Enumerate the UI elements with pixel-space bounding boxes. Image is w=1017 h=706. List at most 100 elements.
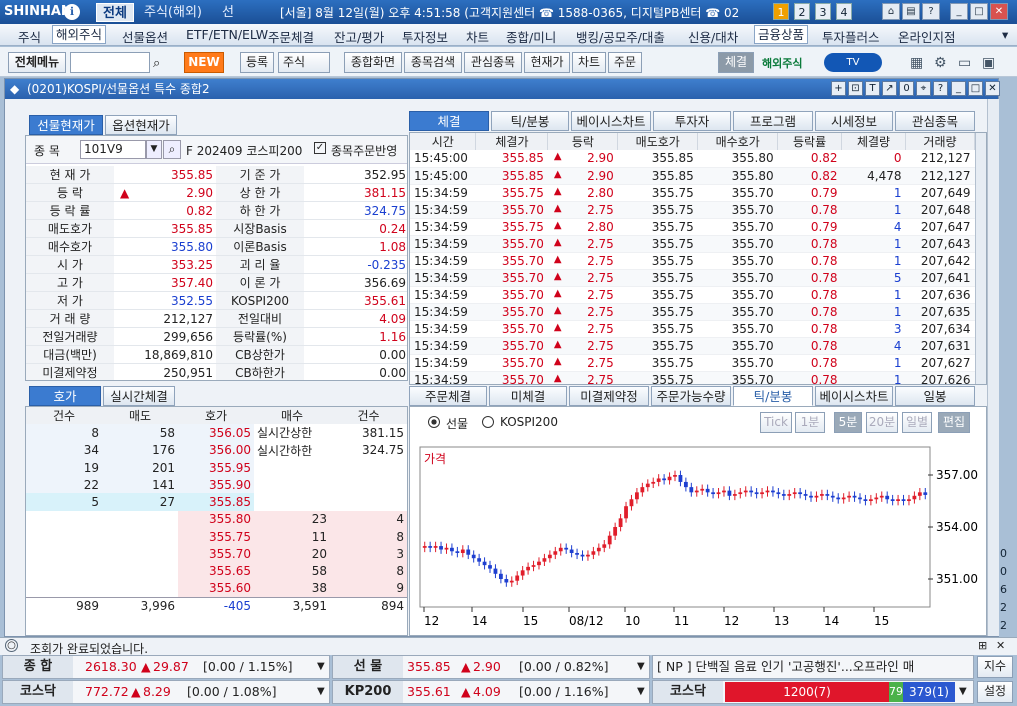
home-icon[interactable]: ⌂ <box>882 3 900 20</box>
code-dropdown-icon[interactable]: ▼ <box>146 140 162 159</box>
hoga-bid-row[interactable]: 355.70 20 3 <box>26 545 407 563</box>
win-max-icon[interactable]: □ <box>968 81 983 96</box>
tab-all[interactable]: 전체 <box>96 3 134 22</box>
table-row[interactable]: 15:34:59 355.70 ▲ 2.75 355.75 355.70 0.78 1 207,… <box>410 235 975 253</box>
status-close-icon[interactable]: ✕ <box>996 639 1005 652</box>
stock-select[interactable]: 주식 <box>278 52 330 73</box>
tab-hoga[interactable]: 호가 <box>29 386 101 406</box>
table-row[interactable]: 15:34:59 355.70 ▲ 2.75 355.75 355.70 0.78 3 207,… <box>410 320 975 338</box>
hoga-bid-row[interactable]: 355.60 38 9 <box>26 579 407 598</box>
menu-etf[interactable]: ETF/ETN/ELW <box>186 27 268 42</box>
help-icon[interactable]: ? <box>922 3 940 20</box>
win-min-icon[interactable]: _ <box>951 81 966 96</box>
print-icon[interactable]: ▤ <box>902 3 920 20</box>
tab-order-fill[interactable]: 주문체결 <box>409 386 487 406</box>
table-row[interactable]: 15:34:59 355.70 ▲ 2.75 355.75 355.70 0.78 1 207,… <box>410 286 975 304</box>
menu-invest-plus[interactable]: 투자플러스 <box>822 27 880 46</box>
hoga-bid-row[interactable]: 355.80 23 4 <box>26 510 407 529</box>
screen-4-button[interactable]: 4 <box>836 3 852 20</box>
tab-realtime-fill[interactable]: 실시간체결 <box>103 386 175 406</box>
table-row[interactable]: 15:45:00 355.85 ▲ 2.90 355.85 355.80 0.82 0 212,… <box>410 150 975 168</box>
tab-tick[interactable]: 틱/분봉 <box>491 111 569 131</box>
tab-investor[interactable]: 투자자 <box>653 111 731 131</box>
tab-overseas[interactable]: 주식(해외) <box>138 3 208 22</box>
gear-icon[interactable]: ⚙ <box>934 55 947 71</box>
layout-icon[interactable]: ▣ <box>982 55 995 71</box>
grid-icon[interactable]: ▦ <box>910 55 923 71</box>
settings-button[interactable]: 설정 <box>977 681 1013 703</box>
screen-2-button[interactable]: 2 <box>794 3 810 20</box>
menu-financial-products[interactable]: 금융상품 <box>754 25 809 44</box>
edit-button[interactable]: 편집 <box>938 412 970 433</box>
index-button[interactable]: 지수 <box>977 656 1013 678</box>
stock-search-button[interactable]: 종목검색 <box>404 52 462 73</box>
menu-credit[interactable]: 신용/대차 <box>688 27 738 46</box>
menu-scroll-icon[interactable]: ▾ <box>1002 27 1008 42</box>
table-row[interactable]: 15:45:00 355.85 ▲ 2.90 355.85 355.80 0.82 4,478… <box>410 167 975 185</box>
screen-number-input[interactable] <box>70 52 150 73</box>
help-small-icon[interactable]: ? <box>933 81 948 96</box>
table-row[interactable]: 15:34:59 355.75 ▲ 2.80 355.75 355.70 0.79 4 207,… <box>410 218 975 236</box>
menu-banking[interactable]: 뱅킹/공모주/대출 <box>576 27 665 46</box>
ticker-dropdown-icon[interactable]: ▼ <box>317 681 325 703</box>
kosdaq-breadth[interactable]: 코스닥 1200(7) 79 379(1) ▼ <box>652 680 974 704</box>
table-row[interactable]: 15:34:59 355.70 ▲ 2.75 355.75 355.70 0.78 1 207,… <box>410 354 975 372</box>
window-icon[interactable]: ▭ <box>958 55 971 71</box>
radio-futures[interactable] <box>428 416 440 428</box>
tab-futures-price[interactable]: 선물현재가 <box>29 115 103 135</box>
pin-icon[interactable]: ⌖ <box>916 81 931 96</box>
menu-order[interactable]: 주문체결 <box>268 27 314 46</box>
screen-3-button[interactable]: 3 <box>815 3 831 20</box>
ticker-futures[interactable]: 선 물 355.85 ▲ 2.90 [0.00 / 0.82%] ▼ <box>332 655 650 679</box>
search-icon[interactable]: ⌕ <box>153 56 160 71</box>
interest-stock-button[interactable]: 관심종목 <box>464 52 522 73</box>
tab-fills[interactable]: 체결 <box>409 111 489 131</box>
radio-kospi200[interactable] <box>482 416 494 428</box>
ticker-dropdown-icon[interactable]: ▼ <box>637 681 645 703</box>
tab-market-info[interactable]: 시세정보 <box>815 111 893 131</box>
menu-online-branch[interactable]: 온라인지점 <box>898 27 956 46</box>
all-menu-button[interactable]: 전체메뉴 <box>8 52 66 73</box>
ticker-dropdown-icon[interactable]: ▼ <box>317 656 325 678</box>
new-button[interactable]: NEW <box>184 52 224 73</box>
screen-1-button[interactable]: 1 <box>773 3 789 20</box>
period-20min-button[interactable]: 20분 <box>866 412 898 433</box>
menu-invest-info[interactable]: 투자정보 <box>402 27 448 46</box>
period-daily-button[interactable]: 일별 <box>902 412 932 433</box>
chart-button[interactable]: 차트 <box>572 52 606 73</box>
hoga-ask-row[interactable]: 22 141 355.90 <box>26 476 407 494</box>
win-close-icon[interactable]: ✕ <box>985 81 1000 96</box>
tab-basis-chart[interactable]: 베이시스차트 <box>571 111 651 131</box>
table-row[interactable]: 15:34:59 355.70 ▲ 2.75 355.75 355.70 0.78 1 207,… <box>410 371 975 384</box>
tv-button[interactable]: TV <box>824 53 882 72</box>
ticker-kosdaq[interactable]: 코스닥 772.72 ▲ 8.29 [0.00 / 1.08%] ▼ <box>2 680 330 704</box>
ticker-kospi[interactable]: 종 합 2618.30 ▲ 29.87 [0.00 / 1.15%] ▼ <box>2 655 330 679</box>
ticker-dropdown-icon[interactable]: ▼ <box>959 681 967 703</box>
menu-balance[interactable]: 잔고/평가 <box>334 27 384 46</box>
hoga-bid-row[interactable]: 355.75 11 8 <box>26 528 407 546</box>
maximize-icon[interactable]: □ <box>970 3 988 20</box>
tab-basis[interactable]: 베이시스차트 <box>815 386 893 406</box>
table-row[interactable]: 15:34:59 355.70 ▲ 2.75 355.75 355.70 0.78 4 207,… <box>410 337 975 355</box>
period-5min-button[interactable]: 5분 <box>834 412 862 433</box>
order-button[interactable]: 주문 <box>608 52 642 73</box>
hoga-bid-row[interactable]: 355.65 58 8 <box>26 562 407 580</box>
hoga-ask-row[interactable]: 19 201 355.95 <box>26 458 407 477</box>
tab-more[interactable]: 선 <box>216 3 240 22</box>
close-icon[interactable]: ✕ <box>990 3 1008 20</box>
trades-scrollbar[interactable] <box>975 133 986 384</box>
status-tool-icon[interactable]: ⊞ <box>978 639 987 652</box>
code-input[interactable]: 101V9 <box>80 140 146 159</box>
tab-options-price[interactable]: 옵션현재가 <box>105 115 177 135</box>
menu-stock[interactable]: 주식 <box>18 27 41 46</box>
window-scrollbar[interactable] <box>987 99 999 636</box>
menu-mini[interactable]: 종합/미니 <box>506 27 556 46</box>
table-row[interactable]: 15:34:59 355.70 ▲ 2.75 355.75 355.70 0.78 1 207,… <box>410 252 975 270</box>
zero-icon[interactable]: 0 <box>899 81 914 96</box>
fill-button[interactable]: 체결 <box>718 52 754 73</box>
text-icon[interactable]: T <box>865 81 880 96</box>
hoga-ask-row[interactable]: 34 176 356.00 실시간하한 324.75 <box>26 441 407 459</box>
tab-tick-minute[interactable]: 틱/분봉 <box>733 386 813 406</box>
current-price-button[interactable]: 현재가 <box>524 52 570 73</box>
tab-orderable-qty[interactable]: 주문가능수량 <box>651 386 731 406</box>
